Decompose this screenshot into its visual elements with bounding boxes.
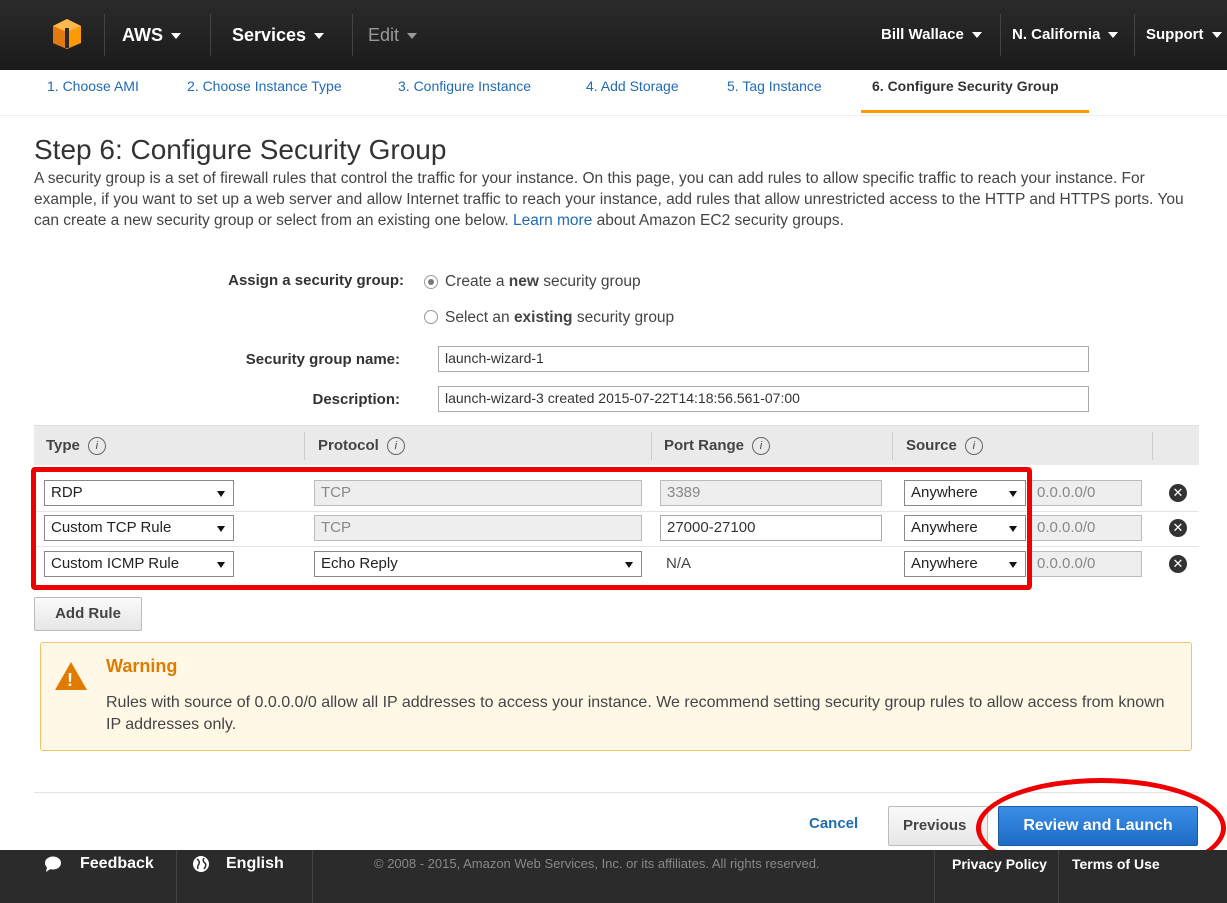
column-port-range: Port Range i [664, 437, 771, 455]
assign-group-label: Assign a security group: [228, 272, 404, 289]
nav-separator [1000, 14, 1001, 56]
privacy-policy-link[interactable]: Privacy Policy [952, 856, 1047, 872]
page-title: Step 6: Configure Security Group [34, 134, 447, 165]
radio-existing-group-label[interactable]: Select an existing security group [445, 309, 674, 327]
rules-table-header [34, 425, 1199, 465]
radio-text-bold: existing [513, 309, 573, 326]
column-separator [304, 432, 305, 460]
column-protocol: Protocol i [318, 437, 405, 455]
nav-separator [210, 14, 211, 56]
feedback-link[interactable]: Feedback [80, 854, 154, 874]
globe-icon [193, 856, 209, 872]
radio-new-group[interactable] [424, 275, 438, 289]
radio-text: Select an [445, 309, 514, 326]
page-intro: A security group is a set of firewall ru… [34, 168, 1194, 231]
chevron-down-icon [314, 33, 325, 40]
column-port-label: Port Range [664, 437, 745, 454]
footer-separator [934, 850, 935, 903]
edit-menu-label: Edit [368, 25, 400, 45]
footer-separator [1058, 850, 1059, 903]
warning-title: Warning [106, 656, 178, 676]
column-separator [892, 432, 893, 460]
language-selector[interactable]: English [226, 854, 284, 874]
tab-tag-instance[interactable]: 5. Tag Instance [727, 78, 822, 94]
region-menu-label: N. California [1012, 26, 1101, 43]
radio-text: security group [538, 273, 641, 290]
chevron-down-icon [1108, 32, 1119, 39]
tab-choose-ami[interactable]: 1. Choose AMI [47, 78, 139, 94]
edit-menu[interactable]: Edit [368, 0, 418, 70]
radio-text: Create a [445, 273, 509, 290]
services-menu-label: Services [232, 25, 307, 45]
radio-new-group-label[interactable]: Create a new security group [445, 273, 641, 291]
cancel-button[interactable]: Cancel [809, 815, 858, 832]
terms-of-use-link[interactable]: Terms of Use [1072, 856, 1160, 872]
remove-rule-icon[interactable]: ✕ [1169, 555, 1187, 573]
info-icon[interactable]: i [386, 437, 405, 455]
warning-text: Rules with source of 0.0.0.0/0 allow all… [106, 694, 1165, 733]
info-icon[interactable]: i [964, 437, 983, 455]
aws-menu-label: AWS [122, 25, 164, 45]
support-menu-label: Support [1146, 26, 1204, 43]
group-name-input[interactable]: launch-wizard-1 [438, 346, 1089, 372]
chevron-down-icon [971, 32, 982, 39]
cidr-field[interactable]: 0.0.0.0/0 [1030, 480, 1142, 506]
nav-separator [104, 14, 105, 56]
group-name-label: Security group name: [245, 351, 400, 368]
learn-more-link[interactable]: Learn more [513, 212, 592, 229]
user-menu[interactable]: Bill Wallace [881, 0, 982, 70]
support-menu[interactable]: Support [1146, 0, 1222, 70]
cidr-field[interactable]: 0.0.0.0/0 [1030, 551, 1142, 577]
column-protocol-label: Protocol [318, 437, 379, 454]
user-menu-label: Bill Wallace [881, 26, 964, 43]
radio-text: security group [572, 309, 675, 326]
aws-logo-icon[interactable] [52, 18, 82, 50]
tab-configure-instance[interactable]: 3. Configure Instance [398, 78, 531, 94]
column-source: Source i [906, 437, 983, 455]
nav-separator [352, 14, 353, 56]
column-separator [651, 432, 652, 460]
radio-text-bold: new [508, 273, 539, 290]
tab-configure-security-group[interactable]: 6. Configure Security Group [872, 78, 1059, 94]
previous-button[interactable]: Previous [888, 806, 988, 846]
region-menu[interactable]: N. California [1012, 0, 1119, 70]
intro-text-end: about Amazon EC2 security groups. [596, 212, 844, 229]
feedback-icon [45, 856, 61, 872]
radio-existing-group[interactable] [424, 310, 438, 324]
info-icon[interactable]: i [87, 437, 106, 455]
aws-menu[interactable]: AWS [122, 0, 182, 70]
warning-icon-mark: ! [67, 670, 73, 690]
remove-rule-icon[interactable]: ✕ [1169, 484, 1187, 502]
column-separator [1152, 432, 1153, 460]
chevron-down-icon [407, 33, 418, 40]
services-menu[interactable]: Services [232, 0, 325, 70]
column-source-label: Source [906, 437, 957, 454]
chevron-down-icon [171, 33, 182, 40]
add-rule-button[interactable]: Add Rule [34, 597, 142, 631]
description-label: Description: [312, 391, 400, 408]
active-tab-indicator [861, 110, 1089, 113]
chevron-down-icon [1211, 32, 1222, 39]
tab-choose-instance-type[interactable]: 2. Choose Instance Type [187, 78, 342, 94]
tab-add-storage[interactable]: 4. Add Storage [586, 78, 679, 94]
description-input[interactable]: launch-wizard-3 created 2015-07-22T14:18… [438, 386, 1089, 412]
nav-separator [1134, 14, 1135, 56]
copyright-text: © 2008 - 2015, Amazon Web Services, Inc.… [374, 856, 820, 871]
remove-rule-icon[interactable]: ✕ [1169, 519, 1187, 537]
column-type-label: Type [46, 437, 80, 454]
info-icon[interactable]: i [752, 437, 771, 455]
footer-separator [176, 850, 177, 903]
footer-separator [312, 850, 313, 903]
cidr-field[interactable]: 0.0.0.0/0 [1030, 515, 1142, 541]
column-type: Type i [46, 437, 106, 455]
annotation-highlight-box [31, 467, 1032, 590]
